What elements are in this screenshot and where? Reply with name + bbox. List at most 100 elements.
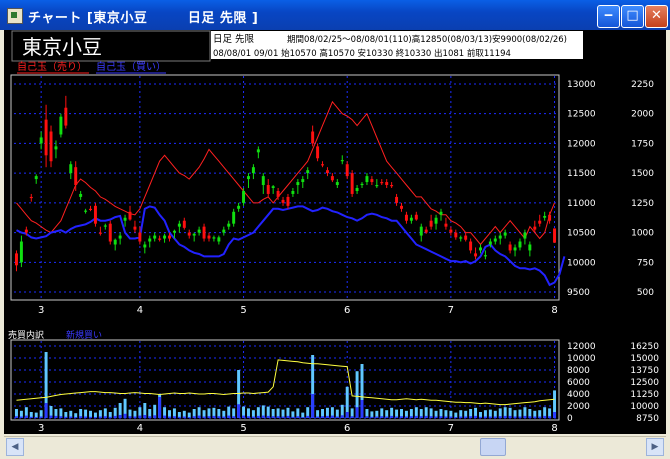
candle-body: [14, 253, 18, 266]
scroll-right-button[interactable]: ▶: [646, 438, 664, 456]
buy-volume-bar: [168, 416, 171, 418]
buy-volume-bar: [281, 416, 285, 418]
candle-body: [108, 223, 112, 242]
buy-volume-bar: [459, 416, 463, 418]
buy-volume-bar: [246, 416, 250, 418]
candle-body: [553, 228, 557, 243]
candle-body: [538, 220, 542, 224]
candle-body: [138, 232, 142, 242]
main-left-tick: 12500: [567, 110, 596, 120]
buy-volume-bar: [479, 416, 482, 418]
candle-body: [449, 229, 453, 233]
buy-volume-bar: [404, 416, 408, 418]
candle-body: [483, 255, 487, 257]
buy-volume-bar: [365, 416, 369, 418]
buy-volume-bar: [419, 416, 423, 418]
horizontal-scrollbar[interactable]: ◀ ▶: [4, 436, 666, 456]
chart-client-area[interactable]: 東京小豆 日足 先限 期間08/02/25～08/08/01(110)高1285…: [4, 30, 666, 434]
buy-volume-bar: [237, 404, 241, 418]
buy-volume-bar: [330, 415, 334, 418]
sub-right-tick: 11250: [630, 390, 659, 400]
candle-body: [493, 238, 497, 242]
main-plot-frame: [10, 74, 560, 301]
candle-body: [93, 205, 97, 224]
buy-volume-bar: [439, 416, 443, 418]
candle-body: [414, 214, 418, 220]
window-title: チャート [東京小豆 日足 先限 ]: [28, 11, 259, 26]
sub-x-tick: 8: [551, 423, 557, 434]
candle-body: [395, 196, 399, 203]
candle-body: [182, 220, 186, 228]
chart-canvas[interactable]: 東京小豆 日足 先限 期間08/02/25～08/08/01(110)高1285…: [4, 30, 666, 434]
sub-left-tick: 6000: [567, 378, 590, 388]
candle-body: [404, 214, 408, 221]
candle-body: [316, 146, 320, 159]
buy-volume-bar: [256, 415, 260, 418]
candle-body: [207, 235, 211, 239]
sub-right-tick: 16250: [630, 342, 659, 352]
buy-volume-bar: [474, 415, 478, 418]
title-bar[interactable]: チャート [東京小豆 日足 先限 ] ‒ □ ✕: [0, 0, 670, 30]
main-right-tick: 1500: [631, 169, 654, 179]
sub-left-tick: 12000: [567, 342, 596, 352]
main-x-tick: 4: [137, 305, 143, 316]
candle-body: [498, 235, 502, 239]
buy-volume-bar: [488, 416, 492, 418]
main-right-tick: 750: [637, 258, 654, 268]
candle-body: [528, 244, 532, 251]
volume-bars: [14, 352, 557, 418]
sub-left-tick: 4000: [567, 390, 590, 400]
close-button[interactable]: ✕: [645, 5, 668, 28]
buy-volume-bar: [355, 407, 359, 418]
chart-app-icon: [7, 8, 23, 24]
candle-body: [439, 211, 443, 215]
candle-body: [177, 223, 181, 227]
minimize-button[interactable]: ‒: [597, 5, 620, 28]
buy-volume-bar: [409, 416, 413, 418]
candle-body: [409, 217, 413, 221]
buy-volume-bar: [390, 415, 394, 418]
candle-body: [311, 131, 315, 144]
candle-body: [256, 149, 260, 153]
candle-body: [232, 211, 236, 224]
maximize-button[interactable]: □: [621, 5, 644, 28]
main-left-tick: 10500: [567, 229, 596, 239]
sub-right-tick: 15000: [630, 354, 659, 364]
candle-body: [59, 116, 63, 135]
buy-volume-bar: [39, 416, 43, 418]
candle-body: [133, 226, 137, 230]
candle-body: [350, 173, 354, 194]
sub-x-tick: 6: [344, 423, 350, 434]
buy-volume-bar: [212, 415, 216, 418]
period-info: 期間08/02/25～08/08/01(110)高12850(08/03/13)…: [287, 34, 567, 45]
sub-panel-title: 売買内訳: [8, 329, 44, 341]
buy-volume-bar: [429, 416, 433, 418]
scrollbar-thumb[interactable]: [480, 438, 506, 456]
candle-body: [296, 182, 300, 186]
candle-body: [153, 235, 157, 239]
candle-body: [24, 229, 28, 233]
buy-volume-bar: [548, 416, 552, 418]
candle-body: [79, 193, 83, 197]
buy-volume-bar: [271, 416, 275, 418]
buy-volume-bar: [59, 416, 63, 418]
candle-body: [385, 182, 389, 186]
candle-body: [543, 215, 547, 218]
buy-volume-bar: [400, 416, 403, 418]
main-right-tick: 2000: [631, 110, 654, 120]
arrow-right-icon: ▶: [651, 442, 659, 452]
buy-volume-bar: [64, 416, 68, 418]
candle-body: [64, 107, 68, 126]
buy-volume-bar: [434, 416, 438, 418]
buy-volume-bar: [227, 415, 231, 418]
scroll-left-button[interactable]: ◀: [6, 438, 24, 456]
candle-body: [89, 208, 92, 211]
buy-volume-bar: [128, 416, 132, 418]
buy-volume-bar: [385, 416, 389, 418]
main-x-tick: 3: [38, 305, 44, 316]
main-left-tick: 10000: [567, 258, 596, 268]
candle-body: [237, 205, 241, 209]
sub-x-tick: 3: [38, 423, 44, 434]
buy-volume-bar: [148, 416, 152, 418]
candle-body: [321, 164, 325, 166]
